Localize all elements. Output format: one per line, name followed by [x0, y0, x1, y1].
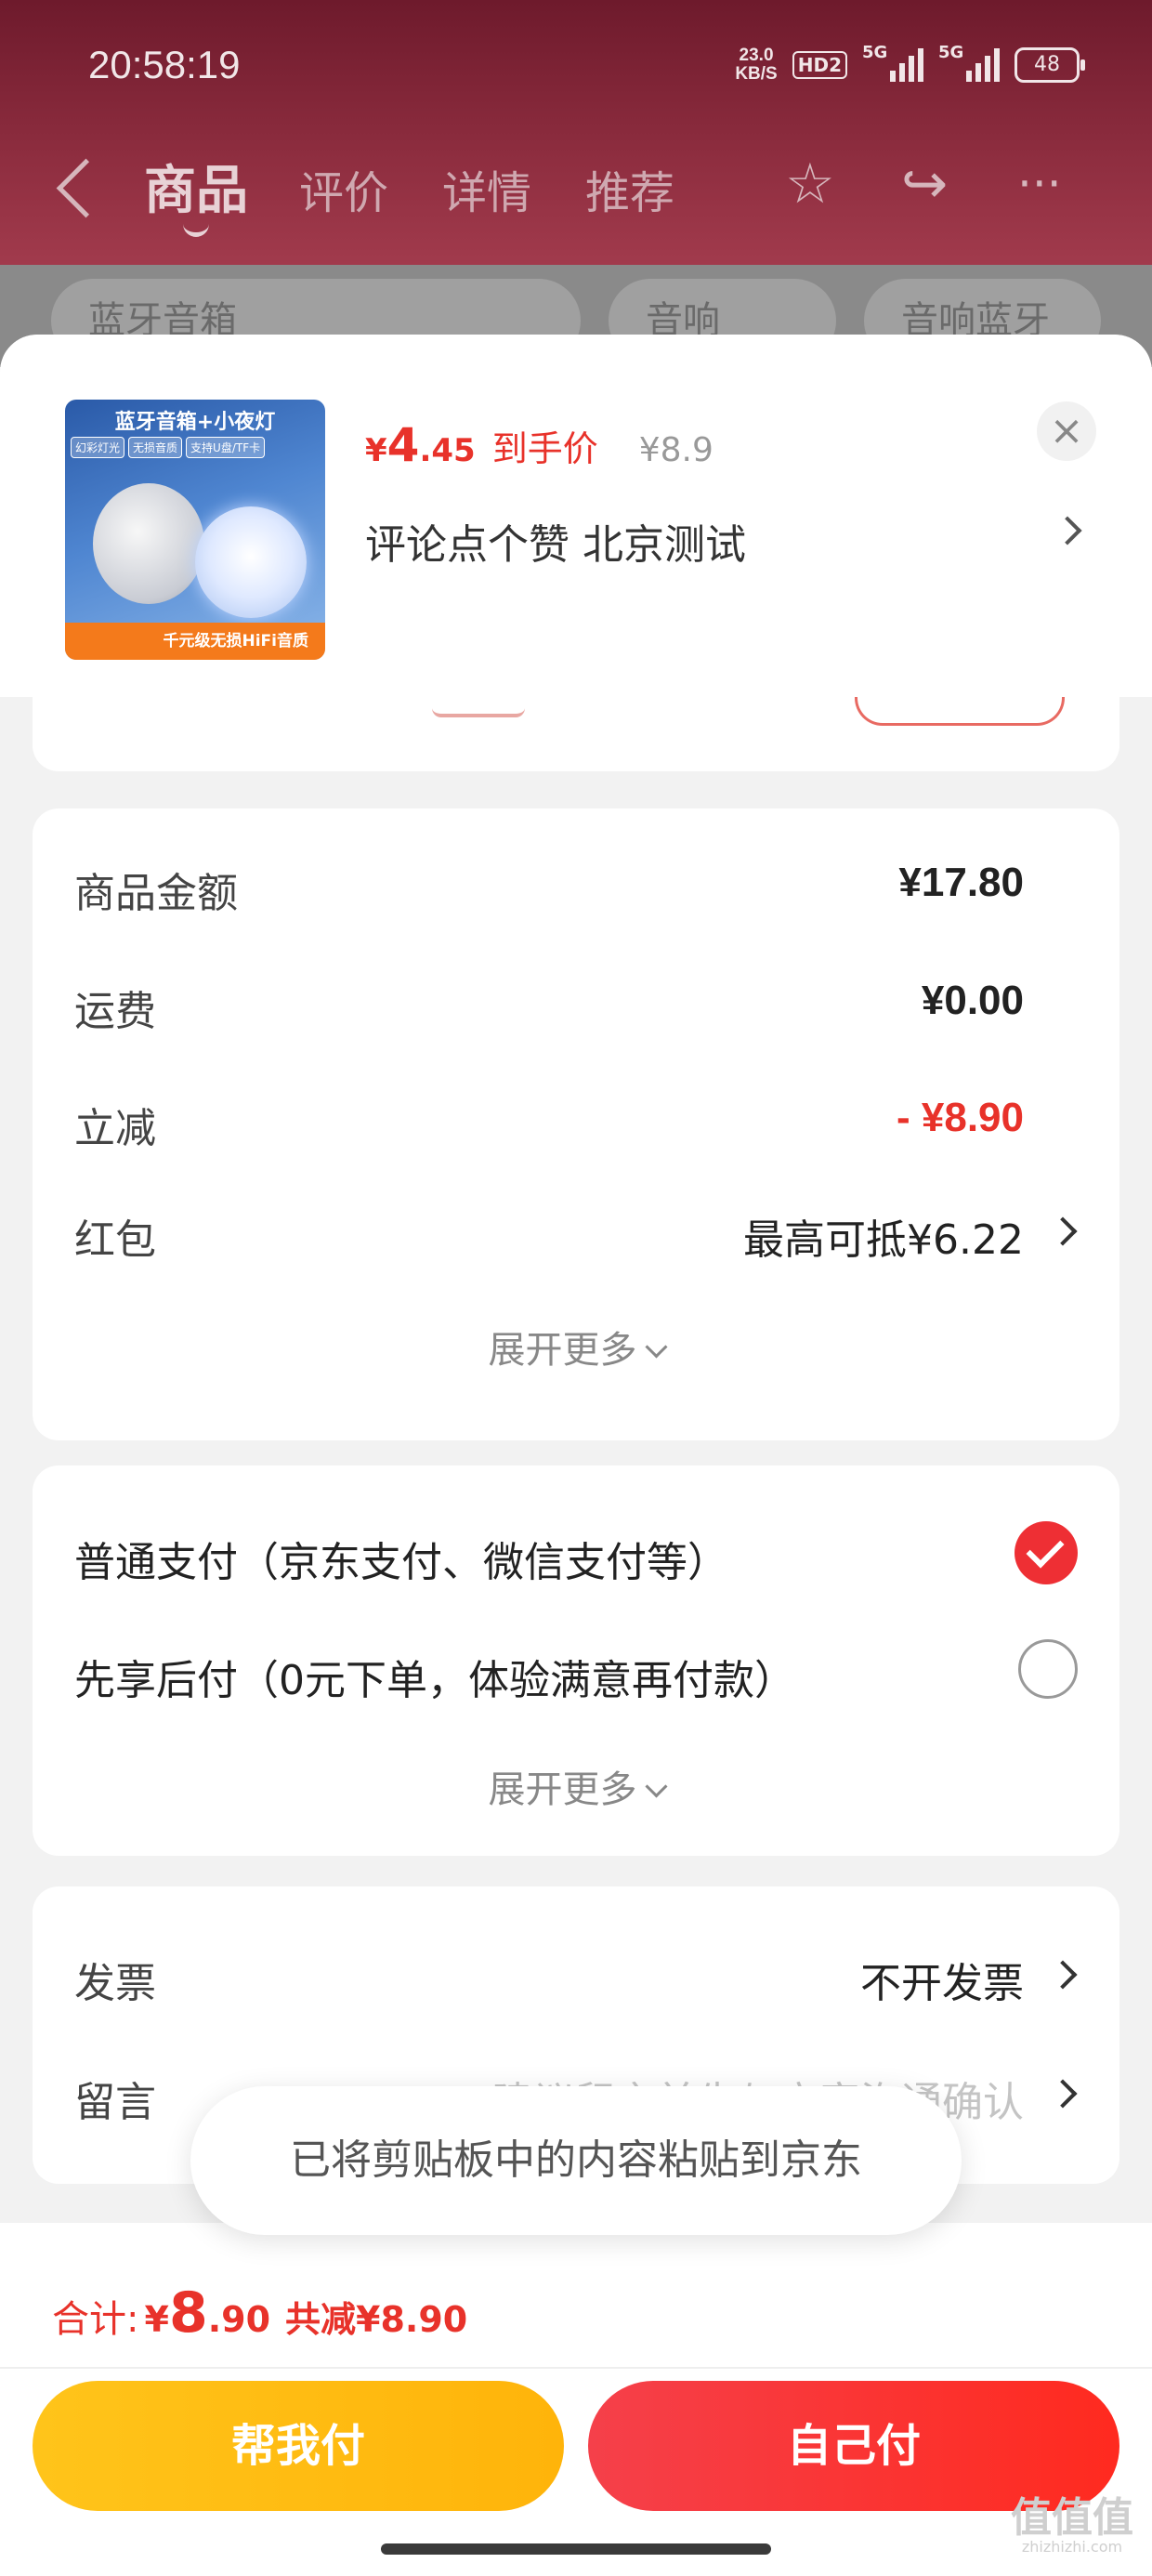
product-image-tags: 幻彩灯光 无损音质 支持U盘/TF卡 [71, 437, 266, 458]
payment-option-pay-later[interactable]: 先享后付（0元下单，体验满意再付款） [74, 1639, 1078, 1704]
clipboard-toast: 已将剪贴板中的内容粘贴到京东 [190, 2086, 962, 2235]
row-value: - ¥8.90 [897, 1095, 1024, 1140]
top-navigation: 商品 评价 详情 推荐 ☆ ↪ ··· [0, 149, 1152, 251]
price-integer: 4 [386, 418, 420, 472]
total-symbol: ¥ [144, 2299, 169, 2340]
option-label: 先享后付（0元下单，体验满意再付款） [74, 1657, 795, 1704]
amount-row-discount: 立减 - ¥8.90 [74, 1095, 1078, 1152]
row-label: 红包 [74, 1216, 156, 1264]
row-label: 发票 [74, 1960, 156, 2007]
row-label: 商品金额 [74, 870, 238, 917]
image-tag: 无损音质 [128, 437, 183, 458]
product-image-footer: 千元级无损HiFi音质 [65, 623, 325, 660]
chevron-down-icon [644, 1335, 668, 1359]
status-time: 20:58:19 [88, 43, 241, 86]
product-image-title: 蓝牙音箱+小夜灯 [114, 411, 276, 434]
speaker-graphic [93, 483, 204, 604]
total-decimal: .90 [207, 2299, 271, 2340]
total-integer: 8 [168, 2280, 208, 2346]
amount-card: 商品金额 ¥17.80 运费 ¥0.00 立减 - ¥8.90 红包 最高可抵¥… [33, 808, 1119, 1440]
chevron-right-icon[interactable] [1048, 1960, 1078, 1990]
pay-myself-button[interactable]: 自己付 [588, 2381, 1119, 2511]
amount-row-shipping: 运费 ¥0.00 [74, 978, 1078, 1035]
hd-icon: HD2 [792, 51, 847, 79]
expand-more-button[interactable]: 展开更多 [33, 1320, 1119, 1373]
checkout-footer: 合计: ¥ 8 .90 共减¥8.90 帮我付 自己付 值值值 zhizhizhi… [0, 2223, 1152, 2576]
row-label: 运费 [74, 988, 156, 1035]
price-symbol: ¥ [365, 432, 387, 469]
invoice-value: 不开发票 [860, 1960, 1024, 2007]
checked-radio-icon[interactable] [1015, 1521, 1078, 1584]
price-line: ¥ 4 .45 到手价 ¥8.9 [365, 418, 713, 472]
battery-icon: 48 [1015, 47, 1085, 83]
more-options-icon[interactable]: ··· [1017, 156, 1062, 212]
row-value: 最高可抵¥6.22 [743, 1216, 1024, 1264]
chevron-down-icon [644, 1775, 668, 1798]
total-discount: 共减¥8.90 [285, 2299, 468, 2340]
night-light-speaker-graphic [195, 506, 307, 618]
chevron-right-icon[interactable] [1048, 2079, 1078, 2109]
row-label: 留言 [74, 2079, 156, 2126]
price-decimal: .45 [419, 432, 476, 469]
favorite-star-icon[interactable]: ☆ [785, 156, 835, 212]
product-summary: 蓝牙音箱+小夜灯 幻彩灯光 无损音质 支持U盘/TF卡 千元级无损HiFi音质 … [0, 335, 1152, 697]
chevron-right-icon[interactable] [1053, 516, 1082, 545]
row-label: 立减 [74, 1105, 156, 1152]
signal-icon: 5G [938, 43, 1000, 82]
signal-icon: 5G [862, 43, 923, 82]
home-indicator[interactable] [381, 2543, 771, 2555]
order-total: 合计: ¥ 8 .90 共减¥8.90 [52, 2280, 467, 2346]
tab-product[interactable]: 商品 [144, 149, 248, 237]
image-tag: 幻彩灯光 [71, 437, 125, 458]
row-value: ¥17.80 [898, 860, 1024, 905]
back-icon[interactable] [56, 158, 116, 218]
close-icon[interactable]: × [1037, 401, 1096, 461]
payment-option-normal[interactable]: 普通支付（京东支付、微信支付等） [74, 1521, 1078, 1586]
expand-more-button[interactable]: 展开更多 [33, 1759, 1119, 1813]
network-speed: 23.0 KB/S [735, 46, 778, 84]
tab-details[interactable]: 详情 [442, 156, 531, 221]
invoice-row[interactable]: 发票 不开发票 [74, 1950, 1078, 2007]
amount-row-goods: 商品金额 ¥17.80 [74, 860, 1078, 917]
selected-spec[interactable]: 评论点个赞 北京测试 [365, 511, 746, 571]
amount-row-red-packet[interactable]: 红包 最高可抵¥6.22 [74, 1206, 1078, 1264]
help-me-pay-button[interactable]: 帮我付 [33, 2381, 564, 2511]
chevron-right-icon[interactable] [1048, 1216, 1078, 1246]
product-image[interactable]: 蓝牙音箱+小夜灯 幻彩灯光 无损音质 支持U盘/TF卡 千元级无损HiFi音质 [65, 400, 325, 660]
tab-recommend[interactable]: 推荐 [585, 156, 674, 221]
unchecked-radio-icon[interactable] [1018, 1639, 1078, 1699]
option-label: 普通支付（京东支付、微信支付等） [74, 1539, 728, 1586]
total-label: 合计: [52, 2298, 139, 2341]
image-tag: 支持U盘/TF卡 [186, 437, 266, 458]
watermark: 值值值 zhizhizhi.com [1011, 2494, 1133, 2556]
share-icon[interactable]: ↪ [901, 156, 948, 212]
original-price: ¥8.9 [638, 431, 713, 469]
final-price-label: 到手价 [491, 428, 598, 469]
payment-card: 普通支付（京东支付、微信支付等） 先享后付（0元下单，体验满意再付款） 展开更多 [33, 1465, 1119, 1856]
tab-reviews[interactable]: 评价 [299, 156, 388, 221]
row-value: ¥0.00 [921, 978, 1024, 1023]
status-icons: 23.0 KB/S HD2 5G 5G 48 [735, 43, 1085, 84]
divider [0, 2367, 1152, 2369]
